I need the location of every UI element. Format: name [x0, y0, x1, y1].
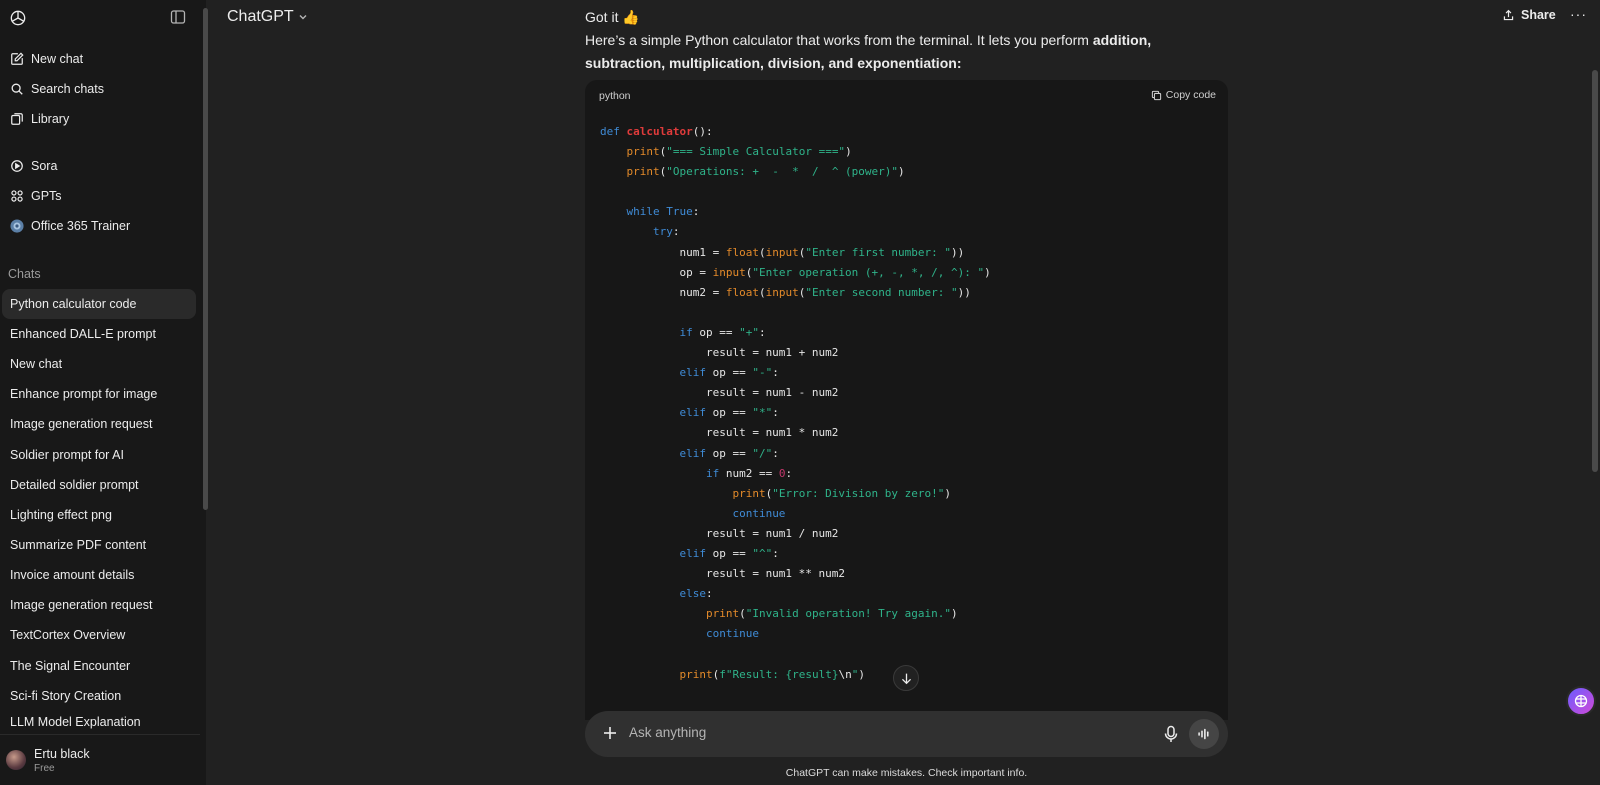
chat-item[interactable]: LLM Model Explanation: [2, 711, 196, 733]
main-scrollbar[interactable]: [1592, 70, 1598, 472]
model-name: ChatGPT: [227, 8, 294, 25]
chat-item[interactable]: Lighting effect png: [2, 500, 196, 530]
chat-item[interactable]: Detailed soldier prompt: [2, 470, 196, 500]
code-block: python Copy code def calculator(): print…: [585, 80, 1228, 720]
model-selector[interactable]: ChatGPT: [227, 8, 308, 26]
chat-item-label: TextCortex Overview: [10, 628, 126, 642]
sidebar-scrollbar[interactable]: [203, 8, 208, 510]
composer: Ask anything: [585, 711, 1228, 757]
prompt-input[interactable]: Ask anything: [629, 725, 706, 740]
chat-item-label: Invoice amount details: [10, 568, 135, 582]
chat-item[interactable]: Summarize PDF content: [2, 530, 196, 560]
arrow-down-icon: [901, 673, 911, 684]
code-content: def calculator(): print("=== Simple Calc…: [600, 125, 991, 681]
sidebar-header: [0, 0, 206, 34]
copy-code-button[interactable]: Copy code: [1151, 89, 1216, 101]
copy-icon: [1151, 90, 1161, 100]
gpt-avatar-icon: [10, 219, 24, 233]
chat-item-label: Sci-fi Story Creation: [10, 689, 122, 703]
chat-item[interactable]: Image generation request: [2, 590, 196, 620]
intro-end: :: [956, 55, 962, 71]
edit-icon: [10, 52, 24, 66]
share-label: Share: [1521, 8, 1556, 22]
chat-item-label: Soldier prompt for AI: [10, 448, 124, 462]
chat-item-label: Enhanced DALL-E prompt: [10, 327, 156, 341]
share-button[interactable]: Share: [1502, 8, 1556, 22]
office-365-trainer-button[interactable]: Office 365 Trainer: [2, 211, 196, 241]
chat-item-label: Enhance prompt for image: [10, 387, 158, 401]
search-icon: [10, 82, 24, 96]
disclaimer: ChatGPT can make mistakes. Check importa…: [785, 767, 1028, 779]
intro-text: Here’s a simple Python calculator that w…: [585, 32, 1093, 48]
user-plan: Free: [34, 762, 55, 774]
code-header: python Copy code: [585, 80, 1228, 112]
chat-item[interactable]: Python calculator code: [2, 289, 196, 319]
message-intro: Here’s a simple Python calculator that w…: [585, 29, 1225, 75]
chat-item-label: Python calculator code: [10, 297, 137, 311]
message-greeting: Got it 👍: [585, 9, 640, 25]
sora-button[interactable]: Sora: [2, 151, 196, 181]
office-365-trainer-label: Office 365 Trainer: [31, 219, 131, 233]
share-icon: [1503, 9, 1514, 20]
code-language: python: [599, 90, 631, 102]
avatar: [6, 750, 26, 770]
sidebar-toggle-icon[interactable]: [170, 9, 186, 25]
openai-logo-icon[interactable]: [8, 8, 28, 28]
user-profile-button[interactable]: Ertu black Free: [6, 740, 196, 780]
chevron-down-icon: [299, 15, 307, 20]
microphone-icon[interactable]: [1163, 725, 1179, 743]
chat-item[interactable]: TextCortex Overview: [2, 620, 196, 650]
sora-label: Sora: [31, 159, 58, 173]
chat-item[interactable]: New chat: [2, 349, 196, 379]
chat-item[interactable]: Soldier prompt for AI: [2, 440, 196, 470]
chats-heading: Chats: [8, 267, 41, 281]
chat-item-label: LLM Model Explanation: [10, 715, 141, 729]
sidebar: New chat Search chats Library Sora GPTs …: [0, 0, 206, 785]
plus-icon[interactable]: [601, 724, 619, 742]
chat-item[interactable]: The Signal Encounter: [2, 651, 196, 681]
chat-item-label: Summarize PDF content: [10, 538, 147, 552]
new-chat-label: New chat: [31, 52, 84, 66]
waveform-icon: [1198, 728, 1209, 740]
more-options-button[interactable]: ···: [1570, 6, 1587, 22]
scroll-to-bottom-button[interactable]: [893, 665, 919, 691]
gpts-button[interactable]: GPTs: [2, 181, 196, 211]
chat-item[interactable]: Image generation request: [2, 409, 196, 439]
gpts-label: GPTs: [31, 189, 62, 203]
chat-item[interactable]: Invoice amount details: [2, 560, 196, 590]
grid-icon: [10, 189, 24, 203]
assistant-message: Got it 👍 Here’s a simple Python calculat…: [585, 6, 1225, 75]
chat-item[interactable]: Sci-fi Story Creation: [2, 681, 196, 711]
brain-icon: [1574, 694, 1588, 708]
voice-mode-button[interactable]: [1189, 719, 1219, 749]
chat-item-label: Lighting effect png: [10, 508, 112, 522]
chat-item-label: Detailed soldier prompt: [10, 478, 139, 492]
new-chat-button[interactable]: New chat: [2, 44, 196, 74]
extension-badge-icon[interactable]: [1566, 686, 1596, 716]
copy-code-label: Copy code: [1165, 89, 1216, 101]
search-chats-label: Search chats: [31, 82, 104, 96]
sidebar-divider: [0, 734, 200, 735]
search-chats-button[interactable]: Search chats: [2, 74, 196, 104]
user-info: Ertu black Free: [34, 747, 90, 774]
chat-item-label: Image generation request: [10, 417, 153, 431]
chat-item[interactable]: Enhance prompt for image: [2, 379, 196, 409]
library-label: Library: [31, 112, 70, 126]
chat-item-label: New chat: [10, 357, 63, 371]
chat-item[interactable]: Enhanced DALL-E prompt: [2, 319, 196, 349]
library-icon: [10, 112, 24, 126]
chat-item-label: The Signal Encounter: [10, 659, 131, 673]
play-circle-icon: [10, 159, 24, 173]
chat-item-label: Image generation request: [10, 598, 153, 612]
library-button[interactable]: Library: [2, 104, 196, 134]
user-name: Ertu black: [34, 746, 90, 761]
